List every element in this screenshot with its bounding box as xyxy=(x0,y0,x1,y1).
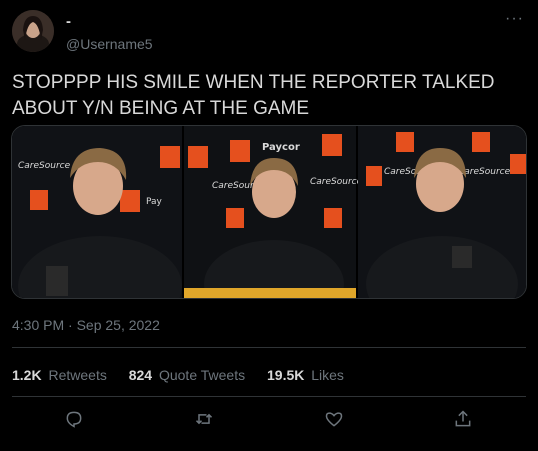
share-icon[interactable] xyxy=(448,404,478,434)
tweet-stats: 1.2K Retweets 824 Quote Tweets 19.5K Lik… xyxy=(12,367,362,383)
avatar[interactable] xyxy=(12,10,54,52)
tweet-text-line-2: ABOUT Y/N BEING AT THE GAME xyxy=(12,98,310,119)
retweets-stat[interactable]: 1.2K Retweets xyxy=(12,367,107,383)
like-icon[interactable] xyxy=(319,404,349,434)
more-options-icon[interactable]: ··· xyxy=(505,10,524,28)
svg-text:CareSource: CareSource xyxy=(18,161,71,171)
svg-text:Pay: Pay xyxy=(146,197,163,207)
tweet-media[interactable]: CareSource Pay Paycor CareSource CareSou… xyxy=(11,125,527,299)
divider-bottom xyxy=(12,396,526,397)
reply-icon[interactable] xyxy=(59,404,89,434)
quotes-count: 824 xyxy=(128,367,153,383)
tweet-text-line-1: STOPPPP HIS SMILE WHEN THE REPORTER TALK… xyxy=(12,72,495,93)
retweets-count: 1.2K xyxy=(12,367,42,383)
media-photo-3[interactable]: CareSource CareSource xyxy=(358,126,527,299)
likes-label: Likes xyxy=(311,367,344,383)
retweet-icon[interactable] xyxy=(189,404,219,434)
media-photo-1[interactable]: CareSource Pay xyxy=(12,126,182,299)
divider-top xyxy=(12,347,526,348)
quotes-label: Quote Tweets xyxy=(158,367,246,383)
likes-stat[interactable]: 19.5K Likes xyxy=(267,367,344,383)
author-handle[interactable]: @Username5 xyxy=(66,36,153,52)
svg-text:Paycor: Paycor xyxy=(262,142,300,153)
tweet-timestamp[interactable]: 4:30 PM · Sep 25, 2022 xyxy=(12,317,160,333)
tweet-text: STOPPPP HIS SMILE WHEN THE REPORTER TALK… xyxy=(12,70,522,122)
likes-count: 19.5K xyxy=(267,367,305,383)
retweets-label: Retweets xyxy=(48,367,107,383)
tweet-actions xyxy=(0,404,538,434)
svg-text:CareSource: CareSource xyxy=(310,177,363,187)
quotes-stat[interactable]: 824 Quote Tweets xyxy=(129,367,245,383)
media-photo-2[interactable]: Paycor CareSource CareSource xyxy=(184,126,363,299)
author-name[interactable]: - xyxy=(66,13,71,30)
